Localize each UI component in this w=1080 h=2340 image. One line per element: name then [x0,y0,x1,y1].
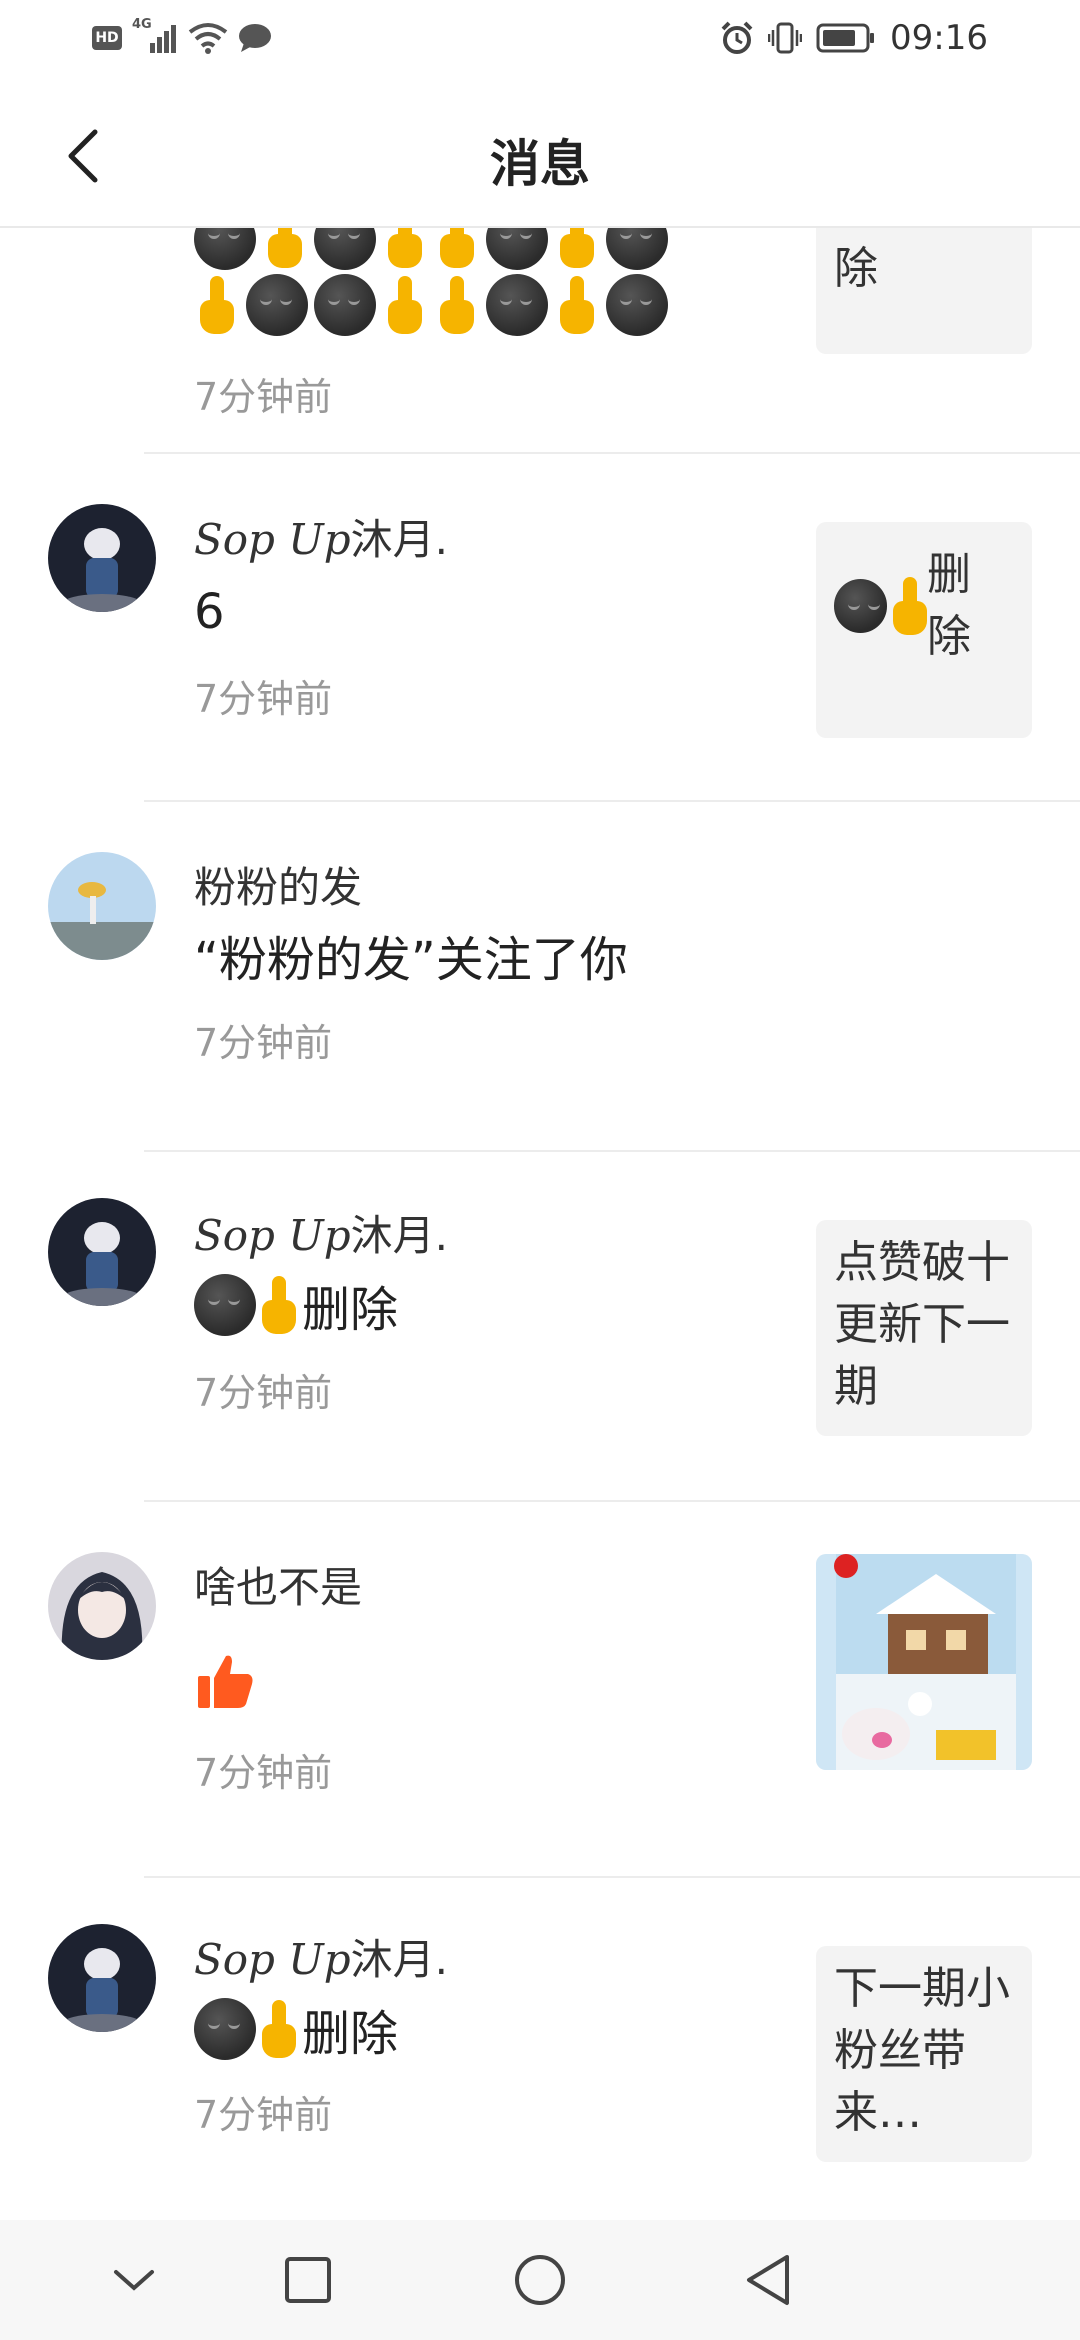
referenced-comment-text: 点赞破十更新下一期 [834,1237,1010,1412]
message-content: 删除 [194,1270,398,1340]
referenced-comment-card[interactable]: 下一期小粉丝带来… [816,1946,1032,2162]
smirk-emoji-icon [834,579,888,633]
referenced-comment-card[interactable]: 删除 [816,522,1032,738]
referenced-comment-text: 除 [834,243,878,294]
list-item[interactable]: Sop Up沐月. 删除 7分钟前 下一期小粉丝带来… [0,1878,1080,2220]
avatar[interactable] [48,852,156,960]
wifi-icon [188,23,228,54]
middle-finger-emoji-icon [382,228,428,270]
middle-finger-emoji-icon [887,575,927,637]
recent-apps-icon [285,2257,331,2303]
smirk-emoji-icon [486,274,548,336]
message-time: 7分钟前 [194,677,333,721]
message-time: 7分钟前 [194,2093,333,2137]
avatar[interactable] [48,1198,156,1306]
status-bar: HD 4G 09:16 [0,0,1080,84]
referenced-comment-card[interactable]: 除 [816,228,1032,354]
home-button[interactable] [510,2250,570,2310]
message-content [196,1652,256,1714]
smirk-emoji-icon [606,274,668,336]
game-screenshot-image [816,1554,1032,1770]
avatar-image [48,1198,156,1306]
smirk-emoji-icon [486,228,548,270]
smirk-emoji-icon [194,228,256,270]
top-bar: 消息 [0,84,1080,228]
system-navigation-bar [0,2220,1080,2340]
smirk-emoji-icon [194,1274,256,1336]
emoji-row [194,228,754,270]
sender-name[interactable]: Sop Up沐月. [194,506,448,567]
clock-time: 09:16 [890,18,988,58]
message-text: 删除 [302,2006,399,2062]
emoji-row [194,274,754,336]
home-icon [515,2255,565,2305]
middle-finger-emoji-icon [554,274,600,336]
middle-finger-emoji-icon [434,228,480,270]
middle-finger-emoji-icon [256,1998,302,2060]
message-time: 7分钟前 [194,1371,333,1415]
middle-finger-emoji-icon [434,274,480,336]
avatar-image [48,1552,156,1660]
collapse-down-icon [114,2270,154,2291]
collapse-button[interactable] [104,2250,164,2310]
message-content: 删除 [194,1994,398,2064]
smirk-emoji-icon [246,274,308,336]
smirk-emoji-icon [194,1998,256,2060]
sender-name[interactable]: Sop Up沐月. [194,1926,448,1987]
message-text: 删除 [302,1282,399,1338]
page-title: 消息 [490,135,590,193]
list-item[interactable]: Sop Up沐月. 6 7分钟前 删除 [0,454,1080,802]
emoji-content [194,228,754,336]
list-item[interactable]: 粉粉的发 “粉粉的发”关注了你 7分钟前 [0,802,1080,1152]
back-nav-button[interactable] [738,2250,798,2310]
signal-icon: 4G [132,17,178,53]
middle-finger-emoji-icon [382,274,428,336]
message-content: 6 [194,584,225,640]
smirk-emoji-icon [314,228,376,270]
status-right: 09:16 [720,18,988,58]
message-time: 7分钟前 [194,1021,333,1065]
sender-name[interactable]: 粉粉的发 [194,854,362,915]
smirk-emoji-icon [606,228,668,270]
middle-finger-emoji-icon [194,274,240,336]
referenced-comment-line: 删除 [834,544,1014,668]
alarm-icon [721,21,753,54]
avatar[interactable] [48,1552,156,1660]
hd-icon: HD [92,26,122,50]
chat-bubble-icon [239,24,271,52]
avatar-image [48,1924,156,2032]
smirk-emoji-icon [314,274,376,336]
middle-finger-emoji-icon [554,228,600,270]
list-item[interactable]: 7分钟前 除 [0,228,1080,454]
list-item[interactable]: 啥也不是 7分钟前 [0,1502,1080,1878]
vibrate-icon [768,22,803,54]
referenced-comment-text: 删除 [926,549,971,662]
thumbs-up-icon [198,1655,253,1708]
referenced-comment-text: 下一期小粉丝带来… [834,1963,1010,2138]
middle-finger-emoji-icon [256,1274,302,1336]
referenced-comment-card[interactable]: 点赞破十更新下一期 [816,1220,1032,1436]
sender-name[interactable]: Sop Up沐月. [194,1202,448,1263]
avatar-image [48,852,156,960]
recent-apps-button[interactable] [278,2250,338,2310]
sender-name[interactable]: 啥也不是 [194,1554,362,1615]
referenced-video-thumbnail[interactable] [816,1554,1032,1770]
message-time: 7分钟前 [194,1751,333,1795]
message-list[interactable]: 7分钟前 除 Sop Up沐月. 6 7分钟前 删除 粉粉的发 “粉粉的发”关注… [0,228,1080,2220]
message-content: “粉粉的发”关注了你 [194,932,628,988]
avatar[interactable] [48,504,156,612]
back-triangle-icon [747,2255,789,2305]
middle-finger-emoji-icon [262,228,308,270]
message-time: 7分钟前 [194,375,333,419]
list-item[interactable]: Sop Up沐月. 删除 7分钟前 点赞破十更新下一期 [0,1152,1080,1502]
status-left: HD 4G [92,17,272,54]
avatar[interactable] [48,1924,156,2032]
battery-icon [816,23,875,53]
avatar-image [48,504,156,612]
